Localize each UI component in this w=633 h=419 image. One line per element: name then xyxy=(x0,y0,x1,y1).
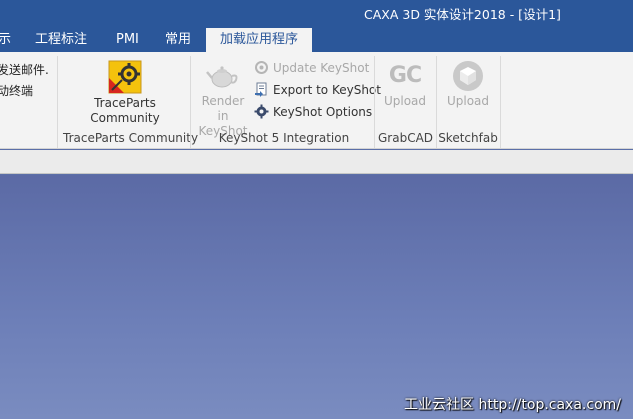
mobile-terminal-label[interactable]: 动终端 xyxy=(0,82,33,99)
grabcad-upload-button[interactable]: GC Upload xyxy=(378,60,432,109)
export-document-icon xyxy=(255,82,267,97)
group-separator xyxy=(374,56,375,148)
tab-partial[interactable]: 示 xyxy=(0,28,11,52)
traceparts-community-button[interactable]: TraceParts Community xyxy=(82,60,168,126)
export-to-keyshot-label: Export to KeyShot xyxy=(273,83,381,97)
secondary-toolbar xyxy=(0,150,633,174)
keyshot-options-label: KeyShot Options xyxy=(273,105,373,119)
traceparts-button-line2: Community xyxy=(90,111,160,125)
group-separator xyxy=(57,56,58,148)
settings-gear-icon xyxy=(254,104,269,119)
send-mail-label[interactable]: 发送邮件. xyxy=(0,61,49,78)
grabcad-group-label: GrabCAD xyxy=(378,131,434,145)
tab-pmi[interactable]: PMI xyxy=(116,28,139,52)
tab-engineering-annotation[interactable]: 工程标注 xyxy=(35,28,87,52)
traceparts-button-line1: TraceParts xyxy=(94,96,156,110)
sketchfab-cube-icon xyxy=(453,61,483,91)
window-title: CAXA 3D 实体设计2018 - [设计1] xyxy=(364,7,561,22)
sketchfab-group-label: Sketchfab xyxy=(438,131,498,145)
design-viewport[interactable]: 工业云社区 http://top.caxa.com/ xyxy=(0,175,633,419)
render-in-keyshot-button[interactable]: Render in KeyShot xyxy=(195,60,251,139)
title-bar: CAXA 3D 实体设计2018 - [设计1] 示 工程标注 PMI 常用 加… xyxy=(0,0,633,52)
traceparts-group-label: TraceParts Community xyxy=(63,131,199,145)
render-line1: Render in xyxy=(201,94,245,123)
traceparts-gear-icon xyxy=(108,60,142,94)
tab-load-applications[interactable]: 加载应用程序 xyxy=(206,28,313,52)
group-separator xyxy=(190,56,191,148)
group-separator xyxy=(436,56,437,148)
keyshot-group-label: KeyShot 5 Integration xyxy=(218,131,350,145)
tab-common[interactable]: 常用 xyxy=(165,28,191,52)
teapot-icon xyxy=(206,66,238,88)
update-keyshot-label: Update KeyShot xyxy=(273,61,370,75)
refresh-icon xyxy=(255,61,268,74)
group-separator xyxy=(500,56,501,148)
sketchfab-upload-label: Upload xyxy=(446,94,490,108)
watermark-text: 工业云社区 http://top.caxa.com/ xyxy=(404,397,621,413)
ribbon: 发送邮件. 动终端 TraceParts Community TracePart… xyxy=(0,52,633,149)
sketchfab-upload-button[interactable]: Upload xyxy=(440,60,496,109)
grabcad-upload-label: Upload xyxy=(383,94,427,108)
grabcad-logo-icon: GC xyxy=(388,63,422,88)
